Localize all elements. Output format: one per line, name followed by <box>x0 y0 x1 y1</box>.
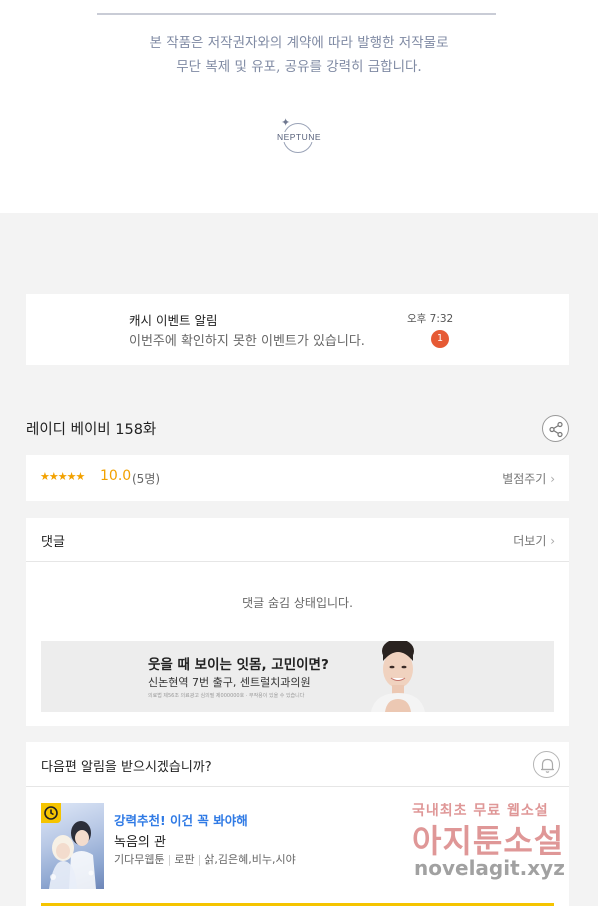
rate-button-label: 별점주기 <box>502 472 547 486</box>
next-episode-header: 다음편 알림을 받으시겠습니까? <box>26 742 569 787</box>
event-count-badge: 1 <box>431 330 449 348</box>
comments-more-label: 더보기 <box>513 534 547 548</box>
event-time: 오후 7:32 <box>407 313 454 325</box>
event-title: 캐시 이벤트 알림 <box>129 313 218 328</box>
rating-panel: ★★★★★ 10.0 (5명) 별점주기 › <box>26 455 569 501</box>
recommended-meta: 기다무웹툰 | 로판 | 삵,김은혜,비누,시야 <box>114 853 296 866</box>
chevron-right-icon: › <box>550 534 555 548</box>
notify-button[interactable] <box>533 751 560 778</box>
rating-stars: ★★★★★ <box>40 470 85 483</box>
bell-icon <box>541 758 554 773</box>
next-episode-question: 다음편 알림을 받으시겠습니까? <box>41 760 212 775</box>
wait-free-badge <box>41 803 61 823</box>
comments-header: 댓글 더보기 › <box>26 518 569 562</box>
site-watermark: 국내최초 무료 웹소설 아지툰소설 novelagit.xyz <box>408 798 588 888</box>
ad-subline: 신논현역 7번 출구, 센트럴치과의원 <box>148 676 311 689</box>
ad-banner[interactable]: 웃을 때 보이는 잇몸, 고민이면? 신논현역 7번 출구, 센트럴치과의원 의… <box>41 641 554 712</box>
event-notification[interactable]: 캐시 이벤트 알림 이번주에 확인하지 못한 이벤트가 있습니다. 오후 7:3… <box>26 294 569 365</box>
rating-score: 10.0 <box>100 468 132 484</box>
copyright-line-1: 본 작품은 저작권자와의 계약에 따라 발행한 저작물로 <box>149 35 449 51</box>
watermark-line-3: novelagit.xyz <box>414 856 565 880</box>
episode-title: 레이디 베이비 158화 <box>26 422 157 438</box>
recommended-publisher: 기다무웹툰 <box>114 853 165 866</box>
event-message: 이번주에 확인하지 못한 이벤트가 있습니다. <box>129 334 365 349</box>
rating-count: (5명) <box>132 472 161 486</box>
divider <box>97 13 496 15</box>
logo-star-icon: ✦ <box>281 116 291 129</box>
comments-hidden-message: 댓글 숨김 상태입니다. <box>242 596 353 610</box>
comments-more-button[interactable]: 더보기 › <box>513 532 555 549</box>
copyright-notice: 본 작품은 저작권자와의 계약에 따라 발행한 저작물로 무단 복제 및 유포,… <box>0 31 598 79</box>
recommended-authors: 삵,김은혜,비누,시야 <box>204 853 296 866</box>
recommended-thumbnail <box>41 803 104 889</box>
chevron-right-icon: › <box>550 472 555 486</box>
rate-button[interactable]: 별점주기 › <box>502 470 555 487</box>
comments-label: 댓글 <box>41 535 65 550</box>
copyright-line-2: 무단 복제 및 유포, 공유를 강력히 금합니다. <box>176 59 422 75</box>
comments-panel: 댓글 더보기 › 댓글 숨김 상태입니다. 웃을 때 보이는 잇몸, 고민이면?… <box>26 518 569 726</box>
ad-model-image <box>363 641 433 712</box>
clock-icon <box>44 806 58 820</box>
ad-headline: 웃을 때 보이는 잇몸, 고민이면? <box>148 657 329 673</box>
ad-fineprint: 의료법 제56조 의료광고 심의필 제000000호 · 부작용이 있을 수 있… <box>148 693 305 699</box>
neptune-logo: ✦ NEPTUNE <box>266 116 332 158</box>
recommendation-promo: 강력추천! 이건 꼭 봐야해 <box>114 813 248 828</box>
share-button[interactable] <box>542 415 569 442</box>
copyright-section: 본 작품은 저작권자와의 계약에 따라 발행한 저작물로 무단 복제 및 유포,… <box>0 0 598 213</box>
logo-text: NEPTUNE <box>275 132 323 142</box>
share-icon <box>549 421 563 438</box>
recommended-genre: 로판 <box>174 853 195 866</box>
recommended-title-name: 녹음의 관 <box>114 835 166 850</box>
